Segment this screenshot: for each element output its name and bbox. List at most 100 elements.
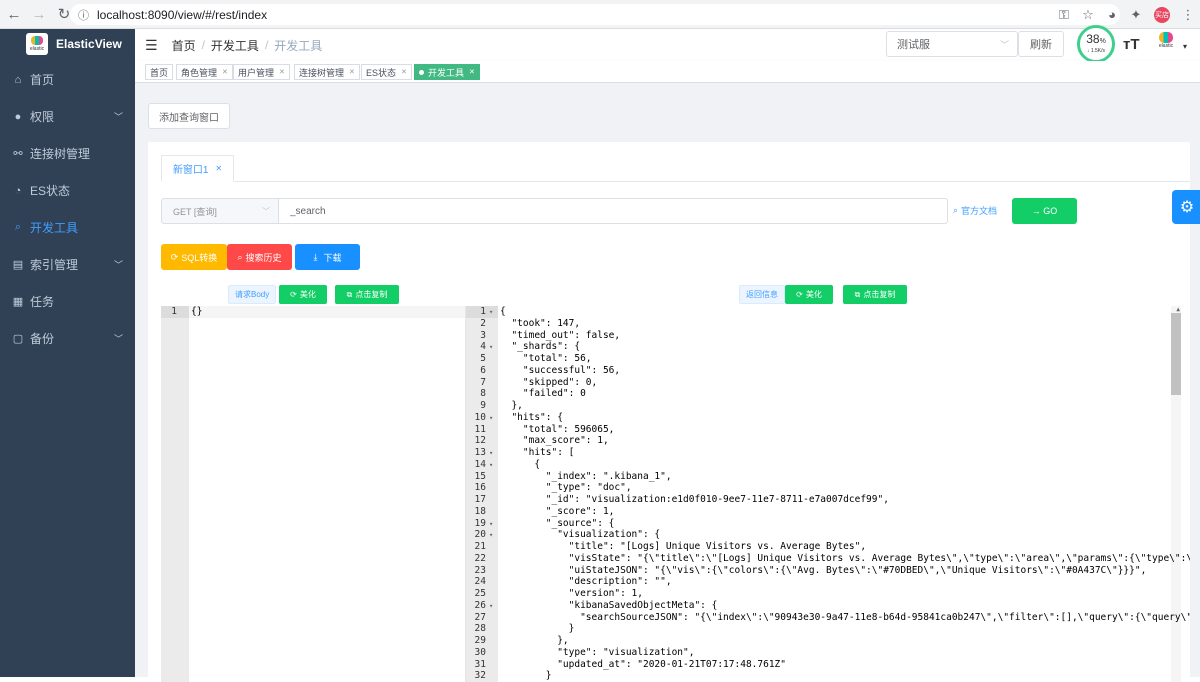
close-icon[interactable]: ✕ [215, 164, 222, 173]
code-line: "_index": ".kibana_1", [500, 470, 672, 482]
add-query-window-button[interactable]: 添加查询窗口 [148, 103, 230, 129]
environment-select[interactable]: 测试服 ﹀ [886, 31, 1018, 57]
close-icon[interactable]: ✕ [222, 68, 228, 76]
database-icon: ▤ [12, 259, 24, 271]
caret-down-icon[interactable]: ▾ [1183, 42, 1187, 51]
path-input[interactable] [279, 198, 948, 224]
response-editor[interactable]: ▲ 1 ▾ 2 3 4 ▾ 5 6 7 8 9 10 ▾ 11 12 13 ▾ 14 ▾ 15 16 17 18 19 ▾ 20 ▾… [466, 306, 1190, 682]
request-body-editor[interactable]: 1 {} [161, 306, 466, 682]
sidebar-item-5[interactable]: ▤ 索引管理 ﹀ [0, 246, 135, 283]
refresh-icon: ⟳ [170, 251, 179, 262]
official-docs-link[interactable]: ⌕ 官方文档 [953, 204, 997, 217]
search-icon: ⌕ [237, 251, 243, 262]
code-line: "kibanaSavedObjectMeta": { [500, 599, 718, 611]
avatar[interactable]: elastic [1153, 32, 1179, 58]
sidebar-item-7[interactable]: ▢ 备份 ﹀ [0, 320, 135, 357]
sidebar-item-6[interactable]: ▦ 任务 [0, 283, 135, 320]
fold-icon[interactable]: ▾ [489, 529, 493, 541]
tag-1[interactable]: 角色管理 ✕ [176, 64, 233, 80]
line-number: 16 [474, 482, 486, 494]
code-line: "_type": "doc", [500, 482, 632, 494]
line-number: 22 [474, 552, 486, 564]
beautify-label: 美化 [805, 290, 822, 299]
info-icon[interactable]: ⓘ [78, 7, 89, 23]
line-number: 23 [474, 564, 486, 576]
main-content: 添加查询窗口 新窗口1 ✕ GET [查询] ﹀ ⌕ 官方文档 → GO ⟳ S… [135, 83, 1200, 682]
puzzle-icon[interactable]: ✦ [1124, 3, 1148, 27]
sidebar-item-4[interactable]: ⌕ 开发工具 [0, 209, 135, 246]
tag-0[interactable]: 首页 [145, 64, 174, 80]
breadcrumb-item-home[interactable]: 首页 [172, 37, 196, 54]
profile-avatar[interactable]: 买店 [1154, 6, 1170, 23]
request-beautify-button[interactable]: ⟳ 美化 [279, 285, 327, 304]
forward-icon[interactable]: → [28, 3, 50, 25]
address-bar[interactable]: ⓘ localhost:8090/view/#/rest/index [70, 4, 1120, 25]
hamburger-icon[interactable]: ☰ [145, 37, 158, 54]
search-icon: ⌕ [14, 221, 22, 233]
scroll-up-icon[interactable]: ▲ [1176, 306, 1180, 313]
tag-4[interactable]: ES状态 ✕ [361, 64, 412, 80]
close-icon[interactable]: ✕ [349, 68, 355, 76]
sql-convert-button[interactable]: ⟳ SQL转换 [161, 244, 227, 270]
line-number: 4 [480, 341, 486, 353]
fold-icon[interactable]: ▾ [489, 306, 493, 318]
extension-github-icon[interactable]: ◕ [1100, 3, 1124, 27]
tag-3[interactable]: 连接树管理 ✕ [294, 64, 360, 80]
fold-icon[interactable]: ▾ [489, 600, 493, 612]
close-icon[interactable]: ✕ [401, 68, 407, 76]
line-number: 13 [474, 447, 486, 458]
request-body-label: 请求Body [228, 285, 277, 304]
code-line: "failed": 0 [500, 388, 586, 400]
sidebar-item-3[interactable]: ◔ ES状态 [0, 172, 135, 209]
fold-icon[interactable]: ▾ [489, 341, 493, 353]
search-history-button[interactable]: ⌕ 搜索历史 [227, 244, 292, 270]
chevron-down-icon: ﹀ [113, 112, 123, 122]
request-copy-button[interactable]: ⧉ 点击复制 [335, 285, 399, 304]
search-history-label: 搜索历史 [245, 252, 282, 263]
refresh-button[interactable]: 刷新 [1018, 31, 1064, 57]
star-icon[interactable]: ☆ [1076, 3, 1100, 27]
sidebar-item-0[interactable]: ⌂ 首页 [0, 61, 135, 98]
line-number: 5 [480, 353, 486, 364]
font-size-icon[interactable]: ᴛT [1123, 36, 1140, 53]
speed-rate: ↓ 1.5K/s [1086, 48, 1106, 54]
tab-new-window-1[interactable]: 新窗口1 ✕ [161, 155, 234, 182]
method-select[interactable]: GET [查询] ﹀ [161, 198, 279, 224]
code-line: "successful": 56, [500, 364, 621, 376]
menu-dots-icon[interactable]: ⋮ [1176, 3, 1200, 27]
fold-icon[interactable]: ▾ [489, 459, 493, 471]
fold-icon[interactable]: ▾ [489, 412, 493, 424]
line-gutter [161, 306, 189, 682]
response-beautify-button[interactable]: ⟳ 美化 [785, 285, 833, 304]
download-button[interactable]: ⤓ 下载 [295, 244, 360, 270]
code-line: "description": "", [500, 576, 672, 588]
tag-label: 首页 [150, 67, 169, 78]
settings-gear-icon[interactable]: ⚙ [1172, 190, 1200, 224]
scrollbar-thumb[interactable] [1171, 313, 1181, 395]
code-line: "_score": 1, [500, 505, 615, 517]
sidebar-item-label: ES状态 [30, 184, 71, 198]
sidebar-item-1[interactable]: ● 权限 ﹀ [0, 98, 135, 135]
sidebar-item-label: 开发工具 [30, 221, 79, 235]
key-icon[interactable]: ⚿ [1052, 3, 1076, 27]
sidebar-item-2[interactable]: ⚯ 连接树管理 [0, 135, 135, 172]
response-copy-button[interactable]: ⧉ 点击复制 [843, 285, 907, 304]
elastic-logo-icon: elastic [26, 33, 48, 55]
close-icon[interactable]: ✕ [279, 68, 285, 76]
tag-2[interactable]: 用户管理 ✕ [233, 64, 290, 80]
fold-icon[interactable]: ▾ [489, 447, 493, 459]
tag-5[interactable]: 开发工具 ✕ [414, 64, 480, 80]
line-number: 3 [480, 329, 486, 341]
go-button[interactable]: → GO [1012, 198, 1077, 224]
code-line: "searchSourceJSON": "{\"index\":\"90943e… [500, 611, 1190, 623]
close-icon[interactable]: ✕ [469, 68, 475, 76]
breadcrumb-item-devtools[interactable]: 开发工具 [211, 37, 259, 54]
code-line: "total": 56, [500, 353, 592, 364]
code-line: {} [191, 306, 203, 317]
query-panel: 新窗口1 ✕ GET [查询] ﹀ ⌕ 官方文档 → GO ⟳ SQL转换 ⌕ … [148, 142, 1190, 682]
fold-icon[interactable]: ▾ [489, 518, 493, 530]
speed-widget[interactable]: 38% ↓ 1.5K/s [1077, 25, 1115, 63]
line-number: 24 [474, 576, 486, 588]
back-icon[interactable]: ← [3, 3, 25, 25]
logo[interactable]: elastic ElasticView [0, 29, 135, 59]
